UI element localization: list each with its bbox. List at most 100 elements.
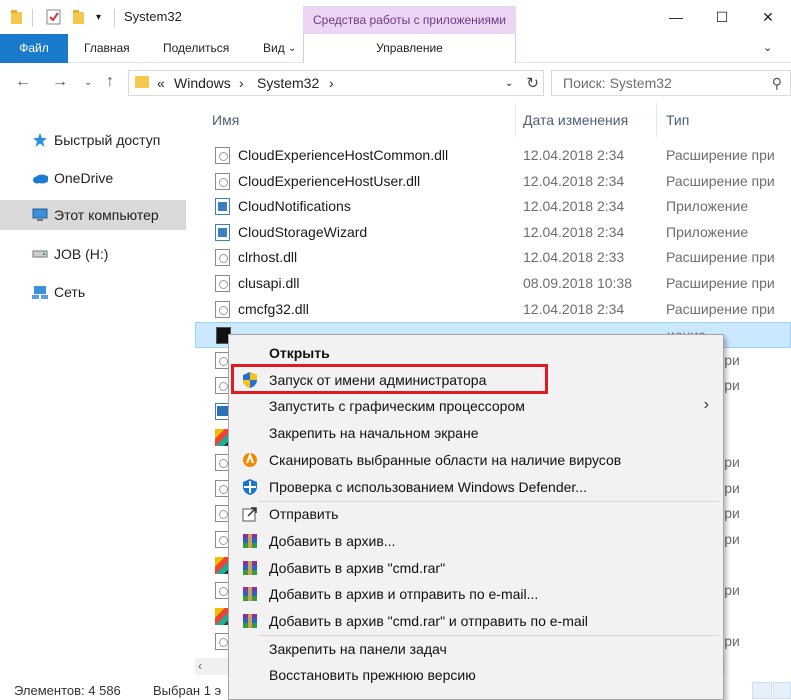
maximize-button[interactable]: ☐ <box>699 0 745 34</box>
file-icon <box>215 275 230 292</box>
column-header-date[interactable]: Дата изменения <box>523 103 628 137</box>
title-bar: ▾ System32 Средства работы с приложениям… <box>0 0 791 35</box>
menu-item[interactable]: Отправить <box>231 501 721 528</box>
large-icons-view-icon[interactable] <box>773 682 791 699</box>
sidebar-item-label: JOB (H:) <box>54 246 109 262</box>
table-row[interactable]: CloudStorageWizard 12.04.2018 2:34 Приложе… <box>195 220 791 246</box>
search-input[interactable]: Поиск: System32 ⚲ <box>551 70 791 96</box>
menu-item[interactable]: Открыть <box>231 340 721 367</box>
menu-item-label: Проверка с использованием Windows Defend… <box>269 478 587 495</box>
tab-file[interactable]: Файл <box>0 34 68 63</box>
sidebar-item-network[interactable]: Сеть <box>0 277 186 307</box>
breadcrumb-windows[interactable]: Windows <box>174 75 231 91</box>
forward-icon[interactable]: → <box>52 73 68 91</box>
chevron-down-icon[interactable]: ⌄ <box>288 34 296 63</box>
winrar-icon <box>241 559 259 577</box>
file-date: 12.04.2018 2:34 <box>523 223 625 240</box>
sidebar-item-onedrive[interactable]: OneDrive <box>0 163 186 193</box>
chevron-right-icon: › <box>703 396 709 414</box>
tab-manage[interactable]: Управление <box>303 34 516 63</box>
sidebar-item-label: Быстрый доступ <box>54 132 161 148</box>
breadcrumb-overflow[interactable]: « <box>157 75 165 91</box>
star-icon <box>32 132 48 148</box>
tab-home[interactable]: Главная <box>84 34 130 63</box>
file-name: CloudExperienceHostCommon.dll <box>238 147 449 163</box>
tab-share[interactable]: Поделиться <box>163 34 229 63</box>
contextual-group-label: Средства работы с приложениями <box>303 6 516 35</box>
file-icon <box>215 249 230 267</box>
properties-icon[interactable] <box>46 9 62 28</box>
details-view-icon[interactable] <box>752 682 772 699</box>
file-icon <box>215 300 230 318</box>
menu-item[interactable]: Добавить в архив "cmd.rar" <box>231 555 721 582</box>
table-row[interactable]: cmcfg32.dll 12.04.2018 2:34 Расширение при <box>195 297 791 323</box>
breadcrumb-system32[interactable]: System32 <box>257 75 319 91</box>
separator <box>32 9 33 27</box>
menu-item[interactable]: Запустить с графическим процессором › <box>231 393 721 420</box>
sidebar-item-drive-h[interactable]: JOB (H:) <box>0 239 186 269</box>
menu-item[interactable]: Добавить в архив... <box>231 528 721 555</box>
recent-locations-icon[interactable]: ⌄ <box>84 77 92 88</box>
folder-icon[interactable] <box>10 9 24 28</box>
table-row[interactable]: CloudNotifications 12.04.2018 2:34 Приложе… <box>195 194 791 220</box>
sidebar-item-label: OneDrive <box>54 170 114 186</box>
winrar-icon <box>241 585 259 603</box>
tab-view[interactable]: Вид <box>263 34 285 63</box>
column-divider[interactable] <box>656 103 657 137</box>
winrar-icon <box>241 612 259 630</box>
navigation-pane: Быстрый доступ OneDrive Этот компьютер J… <box>0 103 195 678</box>
file-name: CloudStorageWizard <box>238 223 368 240</box>
menu-item[interactable]: Добавить в архив и отправить по e-mail..… <box>231 581 721 608</box>
menu-item[interactable]: Закрепить на начальном экране <box>231 420 721 447</box>
annotation-highlight <box>231 364 548 394</box>
drive-icon <box>32 246 48 262</box>
expand-ribbon-icon[interactable]: ⌄ <box>763 34 772 63</box>
address-history-icon[interactable]: ⌄ <box>505 78 513 89</box>
menu-item[interactable]: Закрепить на панели задач <box>231 636 721 663</box>
table-row[interactable]: clrhost.dll 12.04.2018 2:33 Расширение при <box>195 245 791 271</box>
table-row[interactable]: CloudExperienceHostCommon.dll 12.04.2018 … <box>195 143 791 169</box>
ribbon-tabs: Файл Главная Поделиться Вид ⌄ Управление… <box>0 34 791 63</box>
refresh-icon[interactable]: ↻ <box>526 74 539 92</box>
menu-item[interactable]: Проверка с использованием Windows Defend… <box>231 474 721 501</box>
up-icon[interactable]: ↑ <box>106 73 114 91</box>
address-bar[interactable]: « Windows › System32 › ⌄ ↻ <box>128 70 544 96</box>
column-header-name[interactable]: Имя <box>212 103 239 137</box>
file-name: clusapi.dll <box>238 275 300 291</box>
table-row[interactable]: CloudExperienceHostUser.dll 12.04.2018 2:… <box>195 169 791 195</box>
column-divider[interactable] <box>515 103 516 137</box>
menu-item[interactable]: Добавить в архив "cmd.rar" и отправить п… <box>231 608 721 635</box>
cloud-icon <box>32 170 48 186</box>
window-title: System32 <box>124 9 182 24</box>
sidebar-item-quick-access[interactable]: Быстрый доступ <box>0 125 186 155</box>
share-icon <box>241 505 259 523</box>
back-icon[interactable]: ← <box>15 73 31 91</box>
file-type: Расширение при <box>666 172 775 189</box>
file-date: 08.09.2018 10:38 <box>523 275 632 291</box>
sidebar-item-label: Сеть <box>54 284 86 300</box>
column-header-type[interactable]: Тип <box>666 103 689 137</box>
file-type: Расширение при <box>666 249 775 266</box>
close-button[interactable]: ✕ <box>745 0 791 34</box>
minimize-button[interactable]: — <box>653 0 699 34</box>
breadcrumb-separator[interactable]: › <box>239 75 244 91</box>
file-type: Приложение <box>666 223 749 240</box>
search-icon: ⚲ <box>771 75 782 91</box>
table-row[interactable]: clusapi.dll 08.09.2018 10:38 Расширение пр… <box>195 271 791 297</box>
file-name: clrhost.dll <box>238 249 298 266</box>
file-icon <box>215 223 230 241</box>
scroll-left-icon[interactable]: ‹ <box>198 659 202 673</box>
menu-item-label: Отправить <box>269 506 339 523</box>
menu-item[interactable]: Сканировать выбранные области на наличие… <box>231 447 721 474</box>
menu-item[interactable]: Восстановить прежнюю версию <box>231 662 721 689</box>
menu-item-label: Открыть <box>269 345 330 361</box>
selected-count: Выбран 1 э <box>153 683 222 698</box>
menu-item-label: Добавить в архив "cmd.rar" и отправить п… <box>269 613 588 629</box>
customize-toolbar-icon[interactable]: ▾ <box>96 12 101 23</box>
menu-item-label: Закрепить на начальном экране <box>269 425 479 442</box>
file-date: 12.04.2018 2:34 <box>523 172 625 189</box>
breadcrumb-separator[interactable]: › <box>329 75 334 91</box>
menu-item-label: Добавить в архив "cmd.rar" <box>269 559 446 576</box>
new-folder-icon[interactable] <box>72 9 86 28</box>
sidebar-item-this-pc[interactable]: Этот компьютер <box>0 200 186 230</box>
